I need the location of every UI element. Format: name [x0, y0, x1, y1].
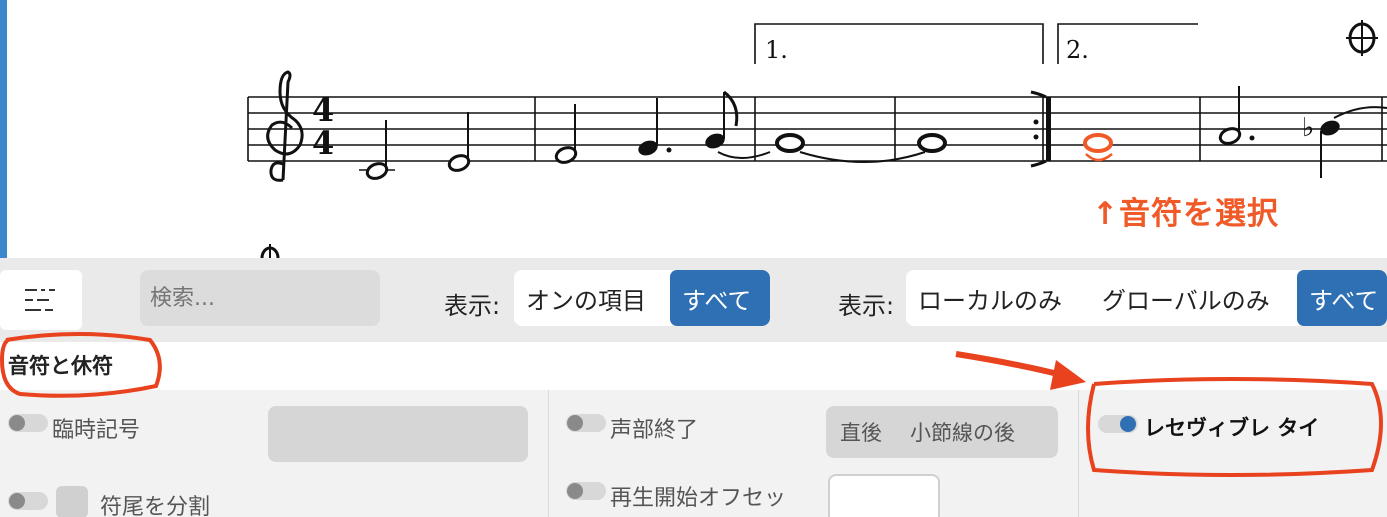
voice-end-label: 声部終了: [610, 418, 699, 443]
svg-text:♭: ♭: [1302, 113, 1314, 143]
section-header[interactable]: 音符と休符: [0, 342, 1387, 390]
column-divider: [1078, 390, 1079, 517]
accidental-toggle[interactable]: [8, 414, 48, 432]
filter-option-global[interactable]: グローバルのみ: [1090, 270, 1297, 326]
filter-option-all-scope[interactable]: すべて: [1297, 270, 1387, 326]
split-stem-label: 符尾を分割: [100, 495, 211, 517]
menu-button[interactable]: [0, 270, 82, 330]
note[interactable]: [1218, 86, 1255, 146]
playback-offset-label: 再生開始オフセッ: [610, 486, 787, 511]
list-icon: [25, 289, 55, 311]
show-label-2: 表示:: [838, 292, 895, 320]
filter-scope[interactable]: ローカルのみ グローバルのみ すべて: [906, 270, 1387, 326]
selected-note[interactable]: [1083, 133, 1113, 162]
search-input[interactable]: [140, 270, 380, 326]
filter-option-all[interactable]: すべて: [670, 270, 770, 326]
voice-end-toggle[interactable]: [566, 414, 606, 432]
score-view[interactable]: 1. 2. 4 4 ♭ ↑音符を選択: [0, 0, 1387, 258]
inspector-toolbar: 表示: オンの項目 すべて 表示: ローカルのみ グローバルのみ すべて: [0, 258, 1387, 342]
note[interactable]: [775, 133, 805, 153]
treble-clef-icon: [266, 70, 304, 182]
coda-icon-lower: [260, 244, 280, 258]
note[interactable]: ♭: [1302, 106, 1387, 178]
split-stem-checkbox[interactable]: [56, 486, 88, 517]
filter-option-on-items[interactable]: オンの項目: [514, 270, 670, 326]
laissez-vibrer-label: レセヴィブレ タイ: [1144, 416, 1320, 440]
accidental-label: 臨時記号: [52, 418, 141, 443]
volta-1-label: 1.: [765, 36, 788, 64]
voice-end-options[interactable]: 直後 小節線の後: [826, 406, 1058, 458]
time-sig-bottom: 4: [312, 124, 334, 162]
column-divider: [548, 390, 549, 517]
show-label-1: 表示:: [444, 292, 501, 320]
note[interactable]: [703, 90, 739, 151]
select-note-annotation: ↑音符を選択: [1092, 196, 1279, 232]
voice-end-option-immediately[interactable]: 直後: [826, 417, 896, 447]
note[interactable]: [636, 98, 672, 158]
coda-icon: [1346, 20, 1378, 56]
filter-on-items[interactable]: オンの項目 すべて: [514, 270, 770, 326]
accidental-field[interactable]: [268, 406, 528, 462]
note[interactable]: [447, 112, 471, 173]
section-title: 音符と休符: [8, 354, 113, 378]
volta-2-label: 2.: [1066, 36, 1089, 64]
laissez-vibrer-toggle[interactable]: [1098, 415, 1138, 433]
filter-option-local[interactable]: ローカルのみ: [906, 270, 1090, 326]
playback-offset-input[interactable]: [828, 474, 940, 517]
app-window: 1. 2. 4 4 ♭ ↑音符を選択 検索... 表示: オンの項目 すべて 表…: [0, 0, 1387, 517]
voice-end-option-after-barline[interactable]: 小節線の後: [896, 417, 1029, 447]
properties-panel: 臨時記号 符尾を分割 声部終了 直後 小節線の後 再生開始オフセッ レセヴィブレ…: [0, 390, 1387, 517]
split-stem-toggle[interactable]: [8, 492, 48, 510]
note[interactable]: [917, 133, 947, 153]
playback-offset-toggle[interactable]: [566, 482, 606, 500]
